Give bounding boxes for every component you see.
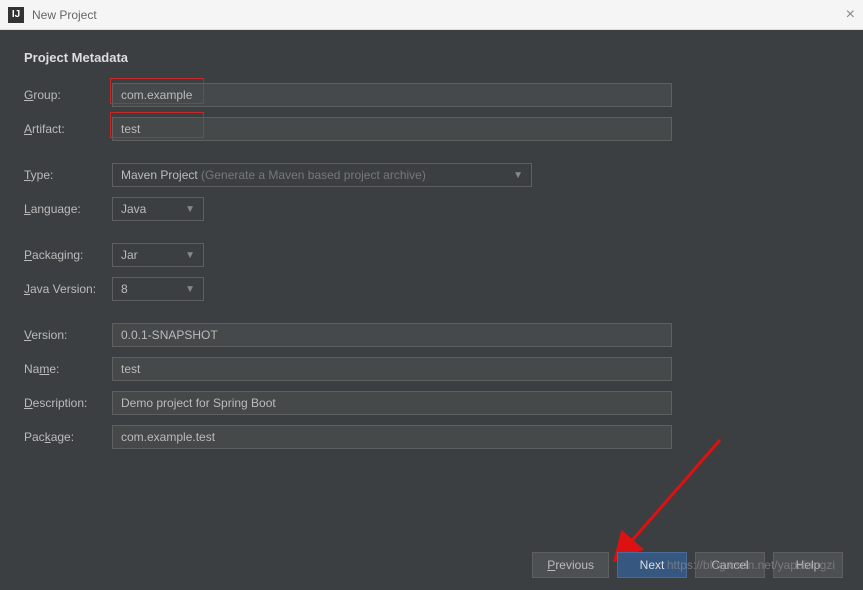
- chevron-down-icon: ▼: [185, 284, 195, 295]
- packaging-select[interactable]: Jar ▼: [112, 243, 204, 267]
- window-title: New Project: [32, 8, 97, 22]
- version-input[interactable]: [112, 323, 672, 347]
- row-language: Language: Java ▼: [24, 197, 839, 221]
- label-java-version: Java Version:: [24, 282, 112, 296]
- chevron-down-icon: ▼: [185, 250, 195, 261]
- description-input[interactable]: [112, 391, 672, 415]
- artifact-input[interactable]: [112, 117, 672, 141]
- label-name: Name:: [24, 362, 112, 376]
- row-package: Package:: [24, 425, 839, 449]
- close-icon[interactable]: ×: [846, 6, 855, 24]
- label-artifact: Artifact:: [24, 122, 112, 136]
- row-packaging: Packaging: Jar ▼: [24, 243, 839, 267]
- titlebar: IJ New Project ×: [0, 0, 863, 30]
- app-icon: IJ: [8, 7, 24, 23]
- label-language: Language:: [24, 202, 112, 216]
- dialog-content: Project Metadata Group: Artifact: Type: …: [0, 30, 863, 590]
- dialog-footer: Previous Next Cancel Help: [532, 552, 843, 578]
- page-title: Project Metadata: [24, 50, 839, 65]
- next-button[interactable]: Next: [617, 552, 687, 578]
- row-group: Group:: [24, 83, 839, 107]
- row-description: Description:: [24, 391, 839, 415]
- help-button[interactable]: Help: [773, 552, 843, 578]
- row-type: Type: Maven Project (Generate a Maven ba…: [24, 163, 839, 187]
- label-package: Package:: [24, 430, 112, 444]
- package-input[interactable]: [112, 425, 672, 449]
- label-packaging: Packaging:: [24, 248, 112, 262]
- previous-button[interactable]: Previous: [532, 552, 609, 578]
- chevron-down-icon: ▼: [513, 170, 523, 181]
- row-version: Version:: [24, 323, 839, 347]
- row-artifact: Artifact:: [24, 117, 839, 141]
- cancel-button[interactable]: Cancel: [695, 552, 765, 578]
- java-version-select[interactable]: 8 ▼: [112, 277, 204, 301]
- group-input[interactable]: [112, 83, 672, 107]
- name-input[interactable]: [112, 357, 672, 381]
- type-select[interactable]: Maven Project (Generate a Maven based pr…: [112, 163, 532, 187]
- label-group: Group:: [24, 88, 112, 102]
- label-description: Description:: [24, 396, 112, 410]
- row-java-version: Java Version: 8 ▼: [24, 277, 839, 301]
- row-name: Name:: [24, 357, 839, 381]
- label-type: Type:: [24, 168, 112, 182]
- chevron-down-icon: ▼: [185, 204, 195, 215]
- language-select[interactable]: Java ▼: [112, 197, 204, 221]
- label-version: Version:: [24, 328, 112, 342]
